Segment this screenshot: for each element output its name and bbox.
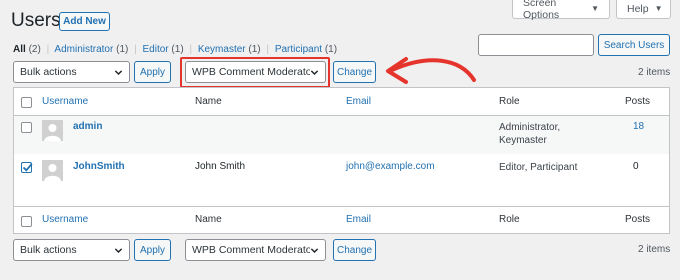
role-filter-links: All (2) | Administrator (1) | Editor (1)… <box>13 44 338 55</box>
search-users-button[interactable]: Search Users <box>598 34 670 56</box>
avatar <box>42 120 63 141</box>
search-input[interactable] <box>478 34 594 56</box>
change-role-value: WPB Comment Moderator <box>192 66 310 78</box>
username-link[interactable]: JohnSmith <box>73 161 125 172</box>
add-new-button[interactable]: Add New <box>59 12 110 31</box>
filter-keymaster[interactable]: Keymaster <box>198 44 246 55</box>
filter-editor[interactable]: Editor <box>143 44 169 55</box>
caret-down-icon: ▼ <box>654 4 663 13</box>
change-role-button-bottom[interactable]: Change <box>333 239 376 261</box>
column-email[interactable]: Email <box>346 96 371 107</box>
select-all-checkbox[interactable] <box>21 97 32 108</box>
column-role: Role <box>499 214 520 225</box>
change-role-value: WPB Comment Moderator <box>192 244 310 256</box>
table-row: admin Administrator, Keymaster 18 <box>14 116 669 154</box>
checkmark-icon <box>22 163 33 172</box>
screen-options-tab[interactable]: Screen Options ▼ <box>512 0 610 21</box>
user-role-line1: Editor, Participant <box>499 162 578 173</box>
user-role-line2: Keymaster <box>499 135 547 146</box>
bulk-actions-select[interactable]: Bulk actions <box>13 61 130 83</box>
help-label: Help <box>627 2 649 15</box>
column-name: Name <box>195 214 222 225</box>
user-posts: 0 <box>633 161 639 172</box>
chevron-down-icon <box>310 247 319 253</box>
change-role-select-bottom[interactable]: WPB Comment Moderator <box>185 239 326 261</box>
filter-participant[interactable]: Participant <box>275 44 322 55</box>
filter-count: (1) <box>116 44 129 55</box>
change-role-button[interactable]: Change <box>333 61 376 83</box>
column-posts: Posts <box>625 96 651 107</box>
filter-count: (1) <box>248 44 261 55</box>
column-posts: Posts <box>625 214 651 225</box>
user-role-line1: Administrator, <box>499 122 561 133</box>
avatar <box>42 160 63 181</box>
user-email[interactable]: john@example.com <box>346 161 435 172</box>
table-footer-row: Username Name Email Role Posts <box>14 206 669 234</box>
chevron-down-icon <box>114 247 123 253</box>
filter-count: (2) <box>28 44 41 55</box>
bulk-actions-select-bottom[interactable]: Bulk actions <box>13 239 130 261</box>
column-username[interactable]: Username <box>42 96 88 107</box>
screen-options-label: Screen Options <box>523 0 560 21</box>
select-all-checkbox[interactable] <box>21 216 32 227</box>
items-count-bottom: 2 items <box>638 244 671 255</box>
user-name: John Smith <box>195 161 246 172</box>
bulk-actions-value: Bulk actions <box>20 66 77 78</box>
column-role: Role <box>499 96 520 107</box>
column-username[interactable]: Username <box>42 214 88 225</box>
change-role-select[interactable]: WPB Comment Moderator <box>185 61 326 83</box>
caret-down-icon: ▼ <box>591 4 599 13</box>
filter-count: (1) <box>171 44 184 55</box>
apply-button-bottom[interactable]: Apply <box>134 239 171 261</box>
chevron-down-icon <box>310 69 319 75</box>
filter-all[interactable]: All <box>13 44 26 55</box>
username-link[interactable]: admin <box>73 121 102 132</box>
table-row: JohnSmith John Smith john@example.com Ed… <box>14 154 669 206</box>
chevron-down-icon <box>114 69 123 75</box>
table-header-row: Username Name Email Role Posts <box>14 88 669 116</box>
items-count: 2 items <box>638 67 671 78</box>
page-title: Users <box>11 10 61 31</box>
filter-administrator[interactable]: Administrator <box>54 44 113 55</box>
row-checkbox[interactable] <box>21 122 32 133</box>
user-posts-link[interactable]: 18 <box>633 121 644 132</box>
column-name: Name <box>195 96 222 107</box>
users-table: Username Name Email Role Posts admin Adm… <box>13 87 670 234</box>
filter-count: (1) <box>324 44 338 55</box>
help-tab[interactable]: Help ▼ <box>616 0 671 19</box>
row-checkbox-checked[interactable] <box>21 162 33 173</box>
apply-button[interactable]: Apply <box>134 61 171 83</box>
column-email[interactable]: Email <box>346 214 371 225</box>
bulk-actions-value: Bulk actions <box>20 244 77 256</box>
